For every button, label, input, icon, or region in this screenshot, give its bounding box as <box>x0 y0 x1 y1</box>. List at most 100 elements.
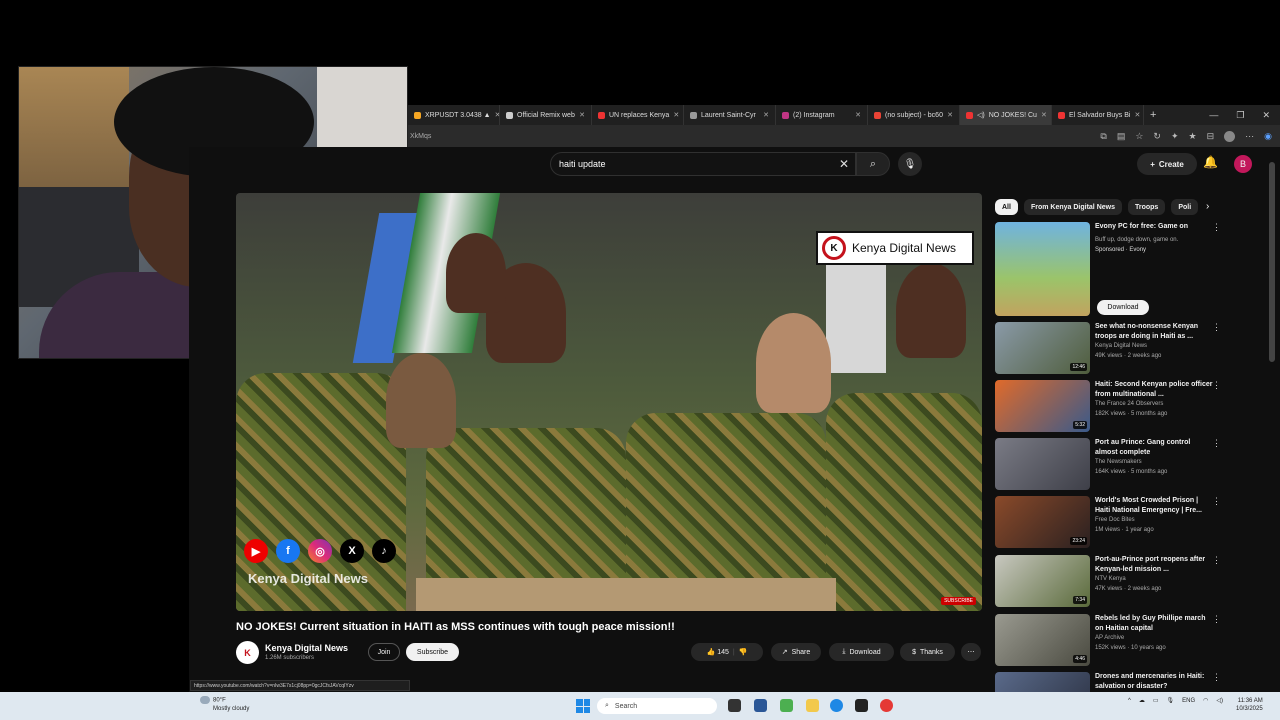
video-thumbnail[interactable] <box>995 222 1090 316</box>
video-thumbnail[interactable]: 4:46 <box>995 614 1090 666</box>
browser-menu-icon[interactable]: ⋯ <box>1245 131 1254 142</box>
recommendation-item[interactable]: 7:34 Port-au-Prince port reopens after K… <box>995 555 1227 607</box>
extensions-icon[interactable]: ✦ <box>1171 131 1179 142</box>
search-button[interactable]: ⌕ <box>856 152 890 176</box>
account-avatar[interactable]: B <box>1234 155 1252 173</box>
more-actions-button[interactable]: ⋯ <box>961 643 981 661</box>
channel-name[interactable]: Kenya Digital News <box>1095 343 1147 349</box>
channel-name[interactable]: Free Doc Bites <box>1095 517 1135 523</box>
notifications-bell-icon[interactable]: 🔔 <box>1203 155 1218 169</box>
chip-politics[interactable]: Poli <box>1171 199 1199 215</box>
close-tab-icon[interactable]: ✕ <box>855 111 861 119</box>
close-tab-icon[interactable]: ✕ <box>947 111 953 119</box>
voice-search-button[interactable]: 🎙 <box>898 152 922 176</box>
video-thumbnail[interactable]: 7:34 <box>995 555 1090 607</box>
more-vert-icon[interactable]: ⋮ <box>1212 555 1221 566</box>
search-input[interactable]: haiti update ✕ <box>550 152 856 176</box>
browser-profile-icon[interactable] <box>1224 130 1236 142</box>
wifi-icon[interactable]: ◠ <box>1203 697 1208 704</box>
chevron-up-icon[interactable]: ^ <box>1128 698 1131 704</box>
channel-name[interactable]: Kenya Digital News <box>265 643 348 653</box>
task-view-icon[interactable] <box>728 699 741 712</box>
weather-widget[interactable]: 80°F Mostly cloudy <box>200 696 249 713</box>
network-icon[interactable]: ▭ <box>1153 697 1159 704</box>
more-vert-icon[interactable]: ⋮ <box>1212 672 1221 683</box>
channel-name[interactable]: The Newsmakers <box>1095 459 1142 465</box>
video-title[interactable]: Drones and mercenaries in Haiti: salvati… <box>1095 672 1213 692</box>
recommendation-ad[interactable]: Evony PC for free: Game on Buff up, dodg… <box>995 222 1227 316</box>
taskbar-clock[interactable]: 11:36 AM 10/3/2025 <box>1236 697 1263 713</box>
browser-tab[interactable]: UN replaces Kenya ✕ <box>592 105 684 125</box>
copilot-icon[interactable]: ◉ <box>1264 131 1272 142</box>
chip-all[interactable]: All <box>995 199 1018 215</box>
share-button[interactable]: ↗ Share <box>771 643 821 661</box>
file-explorer-icon[interactable] <box>806 699 819 712</box>
video-title[interactable]: Port-au-Prince port reopens after Kenyan… <box>1095 555 1213 575</box>
video-player[interactable]: K Kenya Digital News ▶ f ◎ X ♪ Kenya Dig… <box>236 193 982 611</box>
app-icon[interactable] <box>780 699 793 712</box>
more-vert-icon[interactable]: ⋮ <box>1212 438 1221 449</box>
close-tab-icon[interactable]: ✕ <box>579 111 585 119</box>
channel-avatar[interactable]: K <box>236 641 259 664</box>
more-vert-icon[interactable]: ⋮ <box>1212 496 1221 507</box>
like-button[interactable]: 👍 145 <box>707 648 729 656</box>
clear-search-icon[interactable]: ✕ <box>839 157 849 171</box>
favorite-star-icon[interactable]: ☆ <box>1135 131 1143 142</box>
video-title[interactable]: See what no-nonsense Kenyan troops are d… <box>1095 322 1213 342</box>
address-bar[interactable]: XkMqs ⧉ ▤ ☆ ↻ ✦ ★ ⊟ ⋯ ◉ <box>408 125 1280 147</box>
close-window-icon[interactable]: ✕ <box>1262 110 1270 121</box>
reader-icon[interactable]: ▤ <box>1117 131 1126 142</box>
video-thumbnail[interactable] <box>995 672 1090 692</box>
edge-browser-icon[interactable] <box>830 699 843 712</box>
video-thumbnail[interactable]: 5:32 <box>995 380 1090 432</box>
browser-tab[interactable]: Official Remix web ✕ <box>500 105 592 125</box>
video-title[interactable]: Evony PC for free: Game on <box>1095 222 1213 232</box>
video-title[interactable]: Haiti: Second Kenyan police officer from… <box>1095 380 1213 400</box>
recommendation-item[interactable]: 23:24 World's Most Crowded Prison | Hait… <box>995 496 1227 548</box>
recommendation-item[interactable]: Drones and mercenaries in Haiti: salvati… <box>995 672 1227 692</box>
video-title[interactable]: World's Most Crowded Prison | Haiti Nati… <box>1095 496 1213 516</box>
close-tab-icon[interactable]: ✕ <box>1041 111 1047 119</box>
more-vert-icon[interactable]: ⋮ <box>1212 380 1221 391</box>
dislike-button[interactable]: 👎 <box>739 648 748 656</box>
more-vert-icon[interactable]: ⋮ <box>1212 222 1221 233</box>
subscribe-button[interactable]: Subscribe <box>406 643 459 661</box>
collections-icon[interactable]: ★ <box>1189 131 1197 142</box>
translate-icon[interactable]: ⧉ <box>1100 131 1106 142</box>
minimize-icon[interactable]: — <box>1209 110 1218 121</box>
recommendation-item[interactable]: 5:32 Haiti: Second Kenyan police officer… <box>995 380 1227 432</box>
windows-start-icon[interactable] <box>576 699 590 713</box>
channel-name[interactable]: The France 24 Observers <box>1095 401 1163 407</box>
video-thumbnail[interactable] <box>995 438 1090 490</box>
close-tab-icon[interactable]: ✕ <box>673 111 679 119</box>
restore-icon[interactable]: ❐ <box>1236 110 1244 121</box>
chrome-icon[interactable] <box>880 699 893 712</box>
page-scrollbar[interactable] <box>1269 162 1275 362</box>
channel-name[interactable]: NTV Kenya <box>1095 576 1126 582</box>
refresh-icon[interactable]: ↻ <box>1153 131 1161 142</box>
video-title[interactable]: Port au Prince: Gang control almost comp… <box>1095 438 1213 458</box>
audio-icon[interactable]: ◁) <box>977 111 985 119</box>
video-thumbnail[interactable]: 12:46 <box>995 322 1090 374</box>
search-query[interactable]: haiti update <box>559 159 606 169</box>
new-tab-icon[interactable]: + <box>1150 109 1156 121</box>
app-icon[interactable] <box>855 699 868 712</box>
recommendation-item[interactable]: 4:46 Rebels led by Guy Phillipe march on… <box>995 614 1227 666</box>
more-vert-icon[interactable]: ⋮ <box>1212 614 1221 625</box>
close-tab-icon[interactable]: ✕ <box>763 111 769 119</box>
ad-download-button[interactable]: Download <box>1097 300 1149 315</box>
close-tab-icon[interactable]: ✕ <box>1134 111 1140 119</box>
taskbar-search-input[interactable]: ⌕ Search <box>597 698 717 714</box>
thanks-button[interactable]: $ Thanks <box>900 643 955 661</box>
language-indicator[interactable]: ENG <box>1182 698 1195 704</box>
chip-troops[interactable]: Troops <box>1127 199 1166 215</box>
chip-from-channel[interactable]: From Kenya Digital News <box>1023 199 1122 215</box>
browser-tab[interactable]: Laurent Saint-Cyr ✕ <box>684 105 776 125</box>
join-button[interactable]: Join <box>368 643 400 661</box>
browser-tab-active[interactable]: ◁) NO JOKES! Cu ✕ <box>960 105 1052 125</box>
browser-tab[interactable]: (no subject) - bc60 ✕ <box>868 105 960 125</box>
more-vert-icon[interactable]: ⋮ <box>1212 322 1221 333</box>
browser-tab[interactable]: XRPUSDT 3.0438 ▲ ✕ <box>408 105 500 125</box>
recommendation-item[interactable]: 12:46 See what no-nonsense Kenyan troops… <box>995 322 1227 374</box>
recommendation-item[interactable]: Port au Prince: Gang control almost comp… <box>995 438 1227 490</box>
